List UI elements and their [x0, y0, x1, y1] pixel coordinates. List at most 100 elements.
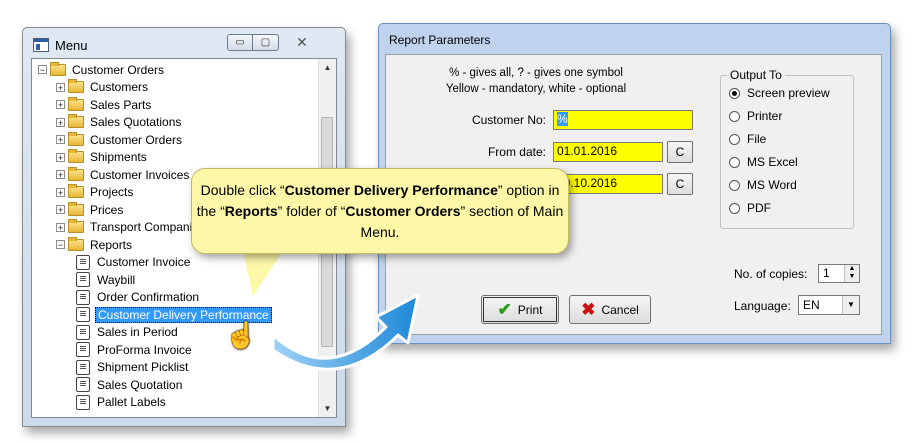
radio-button[interactable] [729, 110, 740, 122]
copies-stepper[interactable]: 1 ▲ ▼ [818, 264, 860, 283]
to-date-input[interactable]: 19.10.2016 [553, 174, 663, 194]
output-option[interactable]: MS Word [729, 178, 797, 192]
expand-icon[interactable]: + [56, 100, 65, 110]
expand-icon[interactable]: + [56, 222, 65, 232]
expand-icon[interactable]: + [56, 187, 65, 197]
report-icon [76, 359, 90, 375]
scroll-down-icon[interactable]: ▼ [319, 400, 336, 417]
callout-bold-1: Customer Delivery Performance [284, 182, 498, 198]
tree-item-label: ProForma Invoice [97, 342, 192, 357]
tree-folder-item[interactable]: + Transport Compani [56, 219, 194, 236]
folder-icon [68, 236, 84, 251]
tree-item-label: Sales Quotation [97, 377, 183, 392]
tree-report-item[interactable]: ProForma Invoice [76, 341, 194, 358]
hint-wildcards: % - gives all, ? - gives one symbol [449, 67, 623, 79]
tree-folder-item[interactable]: + Sales Parts [56, 96, 153, 113]
output-option[interactable]: File [729, 132, 766, 146]
output-option-label: Printer [747, 109, 783, 123]
folder-icon [68, 184, 84, 198]
tree-folder-item[interactable]: + Shipments [56, 149, 149, 166]
tree-folder-item[interactable]: − Reports [56, 236, 134, 253]
tree-item-label: Customer Orders [72, 62, 165, 77]
to-date-clear-button[interactable]: C [667, 173, 693, 195]
output-option[interactable]: Printer [729, 109, 782, 123]
callout-text-1: Double click “ [200, 182, 285, 198]
hint-colors: Yellow - mandatory, white - optional [445, 83, 627, 95]
maximize-button[interactable]: ▢ [253, 34, 279, 51]
radio-button[interactable] [729, 156, 740, 168]
close-button[interactable]: ✕ [287, 34, 317, 51]
output-option-label: File [747, 132, 767, 146]
from-date-clear-button[interactable]: C [667, 141, 693, 163]
copies-label: No. of copies: [734, 267, 808, 281]
folder-icon [68, 201, 84, 216]
print-label: Print [517, 302, 543, 317]
tree-report-item[interactable]: Customer Invoice [76, 254, 192, 271]
tree-item-label: Prices [90, 202, 124, 217]
expand-icon[interactable]: + [56, 135, 65, 145]
customer-no-label: Customer No: [471, 113, 546, 127]
output-option[interactable]: Screen preview [729, 86, 830, 100]
tree-folder-item[interactable]: + Prices [56, 201, 125, 218]
radio-button[interactable] [729, 202, 740, 214]
language-select[interactable]: EN ▼ [798, 295, 860, 315]
cancel-label: Cancel [601, 302, 639, 317]
tree-report-item[interactable]: Sales in Period [76, 324, 180, 341]
instruction-callout: Double click “Customer Delivery Performa… [191, 168, 569, 254]
tree-item-label: Customer Invoices [90, 167, 190, 182]
callout-text-3: ” folder of “ [277, 203, 346, 219]
collapse-icon[interactable]: − [38, 65, 47, 75]
tree-report-item[interactable]: Waybill [76, 271, 137, 288]
tree-folder-item[interactable]: − Customer Orders [38, 61, 166, 78]
tree-folder-item[interactable]: + Customers [56, 79, 150, 96]
output-to-legend: Output To [727, 68, 785, 82]
tree-item-label: Pallet Labels [97, 395, 166, 409]
from-date-label: From date: [487, 145, 546, 159]
output-option-label: MS Excel [747, 155, 798, 169]
radio-button[interactable] [729, 87, 740, 99]
output-to-group: Output To Screen preview Printer File MS Ex… [720, 68, 854, 229]
folder-icon [68, 131, 84, 146]
cancel-button[interactable]: ✖ Cancel [569, 295, 651, 324]
app-window-icon [33, 38, 49, 52]
chevron-down-icon[interactable]: ▼ [842, 296, 859, 314]
collapse-icon[interactable]: − [56, 240, 65, 250]
folder-icon [68, 114, 84, 128]
tree-report-item[interactable]: Pallet Labels [76, 394, 168, 411]
callout-bold-3: Customer Orders [345, 203, 461, 219]
print-button[interactable]: ✔ Print [481, 295, 559, 324]
folder-icon [68, 149, 84, 163]
spin-arrows-icon[interactable]: ▲ ▼ [844, 265, 859, 282]
menu-title-bar: Menu [33, 36, 88, 54]
customer-no-input[interactable]: % [553, 110, 693, 130]
expand-icon[interactable]: + [56, 152, 65, 162]
tree-item-label: Sales in Period [97, 325, 178, 339]
tree-item-label: Sales Parts [90, 97, 152, 112]
radio-button[interactable] [729, 133, 740, 145]
expand-icon[interactable]: + [56, 170, 65, 180]
scroll-up-icon[interactable]: ▲ [319, 59, 336, 76]
output-option-label: MS Word [747, 178, 797, 192]
tree-folder-item[interactable]: + Projects [56, 184, 135, 201]
tree-folder-item[interactable]: + Customer Invoices [56, 166, 191, 183]
tree-report-item[interactable]: Sales Quotation [76, 376, 184, 393]
tree-report-item[interactable]: Order Confirmation [76, 289, 201, 306]
minimize-button[interactable]: ▭ [227, 34, 253, 51]
expand-icon[interactable]: + [56, 117, 65, 127]
callout-tail [243, 251, 283, 296]
from-date-input[interactable]: 01.01.2016 [553, 142, 663, 162]
tree-folder-item[interactable]: + Customer Orders [56, 131, 184, 148]
tree-report-item[interactable]: Shipment Picklist [76, 359, 190, 376]
params-window-title: Report Parameters [389, 33, 491, 47]
tree-folder-item[interactable]: + Sales Quotations [56, 114, 183, 131]
tree-item-label: Transport Compani [90, 220, 193, 234]
curved-arrow-icon [271, 293, 420, 371]
radio-button[interactable] [729, 179, 740, 191]
output-option[interactable]: MS Excel [729, 155, 798, 169]
tree-item-label: Shipments [90, 150, 147, 164]
expand-icon[interactable]: + [56, 205, 65, 215]
output-option[interactable]: PDF [729, 201, 771, 215]
expand-icon[interactable]: + [56, 82, 65, 92]
menu-window-title: Menu [55, 37, 88, 53]
tree-item-label: Customer Invoice [97, 255, 191, 269]
